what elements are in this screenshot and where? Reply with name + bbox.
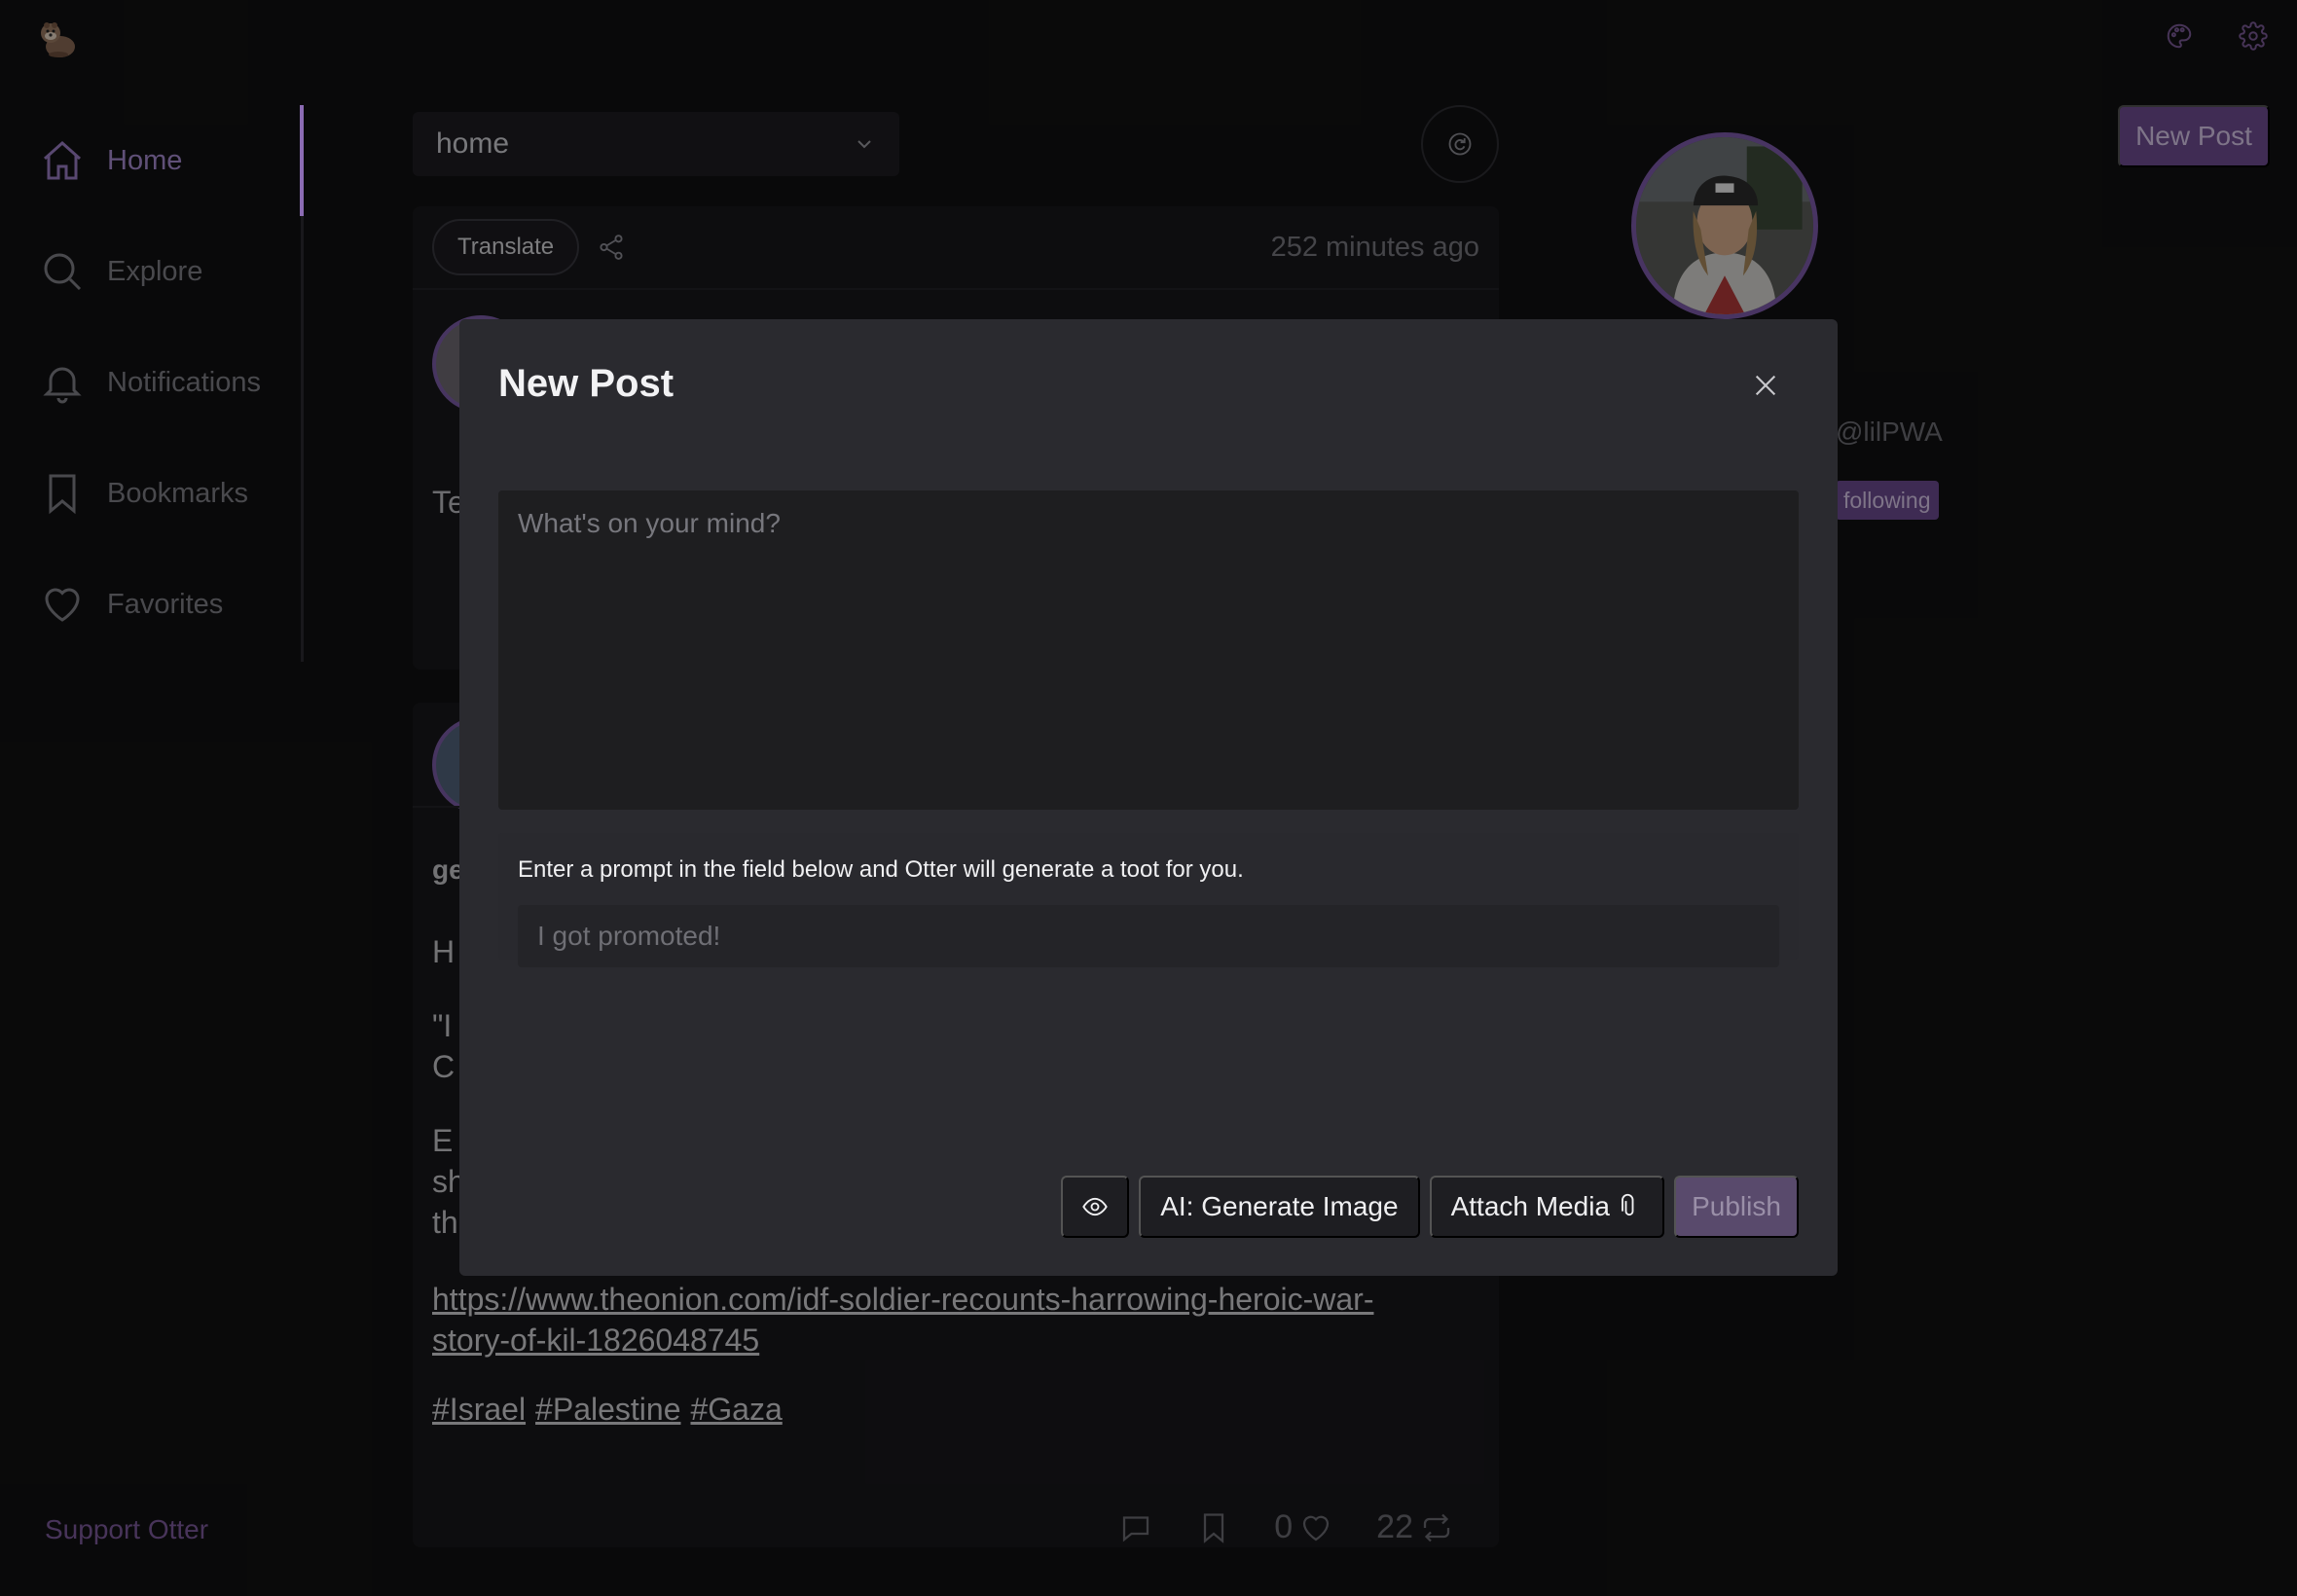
generate-image-label: AI: Generate Image: [1160, 1191, 1399, 1221]
close-icon[interactable]: [1750, 370, 1781, 401]
post-content-textarea[interactable]: [498, 490, 1799, 810]
attach-media-label: Attach Media: [1450, 1191, 1610, 1221]
dialog-title: New Post: [498, 362, 675, 405]
paperclip-icon: [1616, 1193, 1643, 1220]
generate-image-button[interactable]: AI: Generate Image: [1139, 1176, 1420, 1238]
content-warning-button[interactable]: [1061, 1176, 1130, 1238]
attach-media-button[interactable]: Attach Media: [1429, 1176, 1664, 1238]
ai-prompt-input[interactable]: [518, 905, 1779, 967]
ai-prompt-label: Enter a prompt in the field below and Ot…: [518, 856, 1244, 883]
publish-button[interactable]: Publish: [1674, 1176, 1799, 1238]
ai-prompt-section: Enter a prompt in the field below and Ot…: [498, 833, 1799, 967]
eye-icon: [1081, 1193, 1109, 1220]
new-post-dialog: New Post Enter a prompt in the field bel…: [459, 319, 1838, 1276]
